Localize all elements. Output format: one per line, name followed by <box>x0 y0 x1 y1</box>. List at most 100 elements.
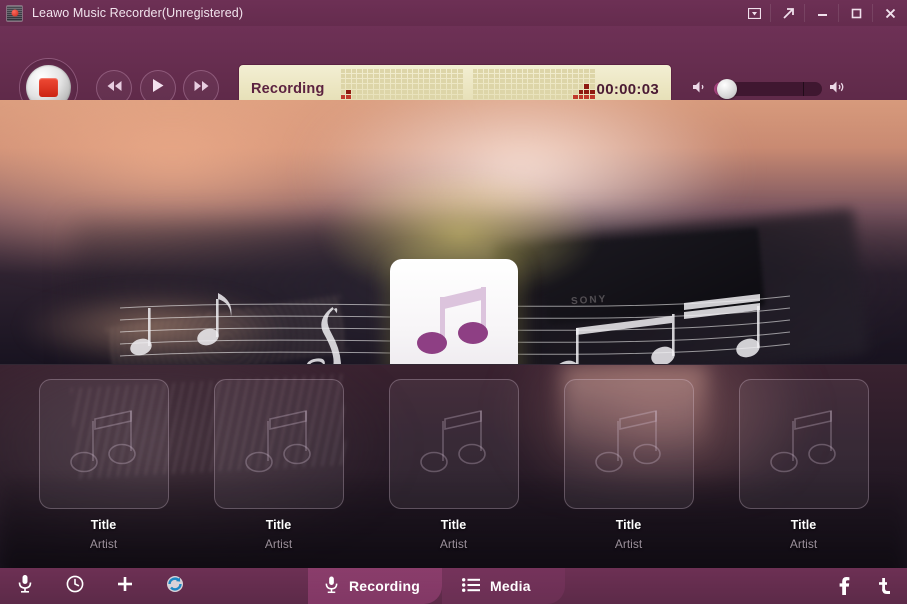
vu-cell <box>435 74 441 79</box>
vu-cell <box>517 74 522 79</box>
vu-cell <box>396 74 402 79</box>
vu-cell <box>589 89 595 94</box>
thumbnail-art[interactable] <box>213 379 344 509</box>
vu-cell <box>567 69 573 74</box>
vu-cell <box>545 94 550 99</box>
vu-cell <box>457 84 463 89</box>
thumbnail-art[interactable] <box>563 379 694 509</box>
vu-cell <box>562 79 567 84</box>
vu-cell <box>374 84 379 89</box>
vu-cell <box>517 89 522 94</box>
vu-cell <box>511 84 517 89</box>
vu-cell <box>413 89 418 94</box>
vu-cell <box>357 79 362 84</box>
list-item[interactable]: Title Artist <box>38 379 169 568</box>
vu-cell <box>351 69 357 74</box>
vu-cell <box>489 79 494 84</box>
vu-cell <box>472 79 478 84</box>
library-strip: Title Artist Title Artist Title Artist Titl… <box>0 364 907 568</box>
vu-cell <box>567 94 573 99</box>
speaker-low-icon[interactable] <box>692 80 707 99</box>
vu-cell <box>494 89 500 94</box>
vu-cell <box>430 79 435 84</box>
vu-cell <box>435 84 441 89</box>
vu-cell <box>346 79 351 84</box>
audio-source-button[interactable] <box>0 568 50 604</box>
twitter-button[interactable] <box>873 575 895 597</box>
track-artist: Artist <box>264 537 293 551</box>
tab-recording-label: Recording <box>349 578 421 594</box>
vu-cell <box>567 89 573 94</box>
microphone-icon <box>324 575 339 597</box>
vu-cell <box>494 74 500 79</box>
list-item[interactable]: Title Artist <box>213 379 344 568</box>
task-scheduler-button[interactable] <box>50 568 100 604</box>
vu-cell <box>550 89 556 94</box>
vu-cell <box>418 89 424 94</box>
vu-cell <box>457 69 463 74</box>
refresh-icon <box>166 575 184 598</box>
vu-cell <box>539 74 545 79</box>
vu-cell <box>517 69 522 74</box>
vu-cell <box>478 74 483 79</box>
vu-cell <box>500 69 506 74</box>
vu-cell <box>472 69 478 74</box>
close-button[interactable] <box>873 0 907 26</box>
tab-recording[interactable]: Recording <box>308 568 442 604</box>
list-item[interactable]: Title Artist <box>388 379 519 568</box>
vu-cell <box>379 89 385 94</box>
facebook-button[interactable] <box>833 575 855 597</box>
bottom-tools <box>0 568 200 604</box>
previous-icon <box>106 79 123 97</box>
vu-cell <box>489 84 494 89</box>
volume-slider-knob[interactable] <box>716 79 737 99</box>
vu-cell <box>573 74 578 79</box>
vu-cell <box>374 74 379 79</box>
always-on-top-button[interactable] <box>771 0 805 26</box>
list-item[interactable]: Title Artist <box>738 379 869 568</box>
skin-menu-button[interactable] <box>737 0 771 26</box>
thumbnail-art[interactable] <box>38 379 169 509</box>
vu-cell <box>385 74 390 79</box>
refresh-button[interactable] <box>150 568 200 604</box>
vu-cell <box>340 89 346 94</box>
recording-timer: 00:00:03 <box>596 80 659 98</box>
vu-cell <box>357 94 362 99</box>
vu-cell <box>494 94 500 99</box>
thumbnail-art[interactable] <box>388 379 519 509</box>
vu-cell <box>578 84 584 89</box>
music-note-icon <box>69 405 139 484</box>
vu-cell <box>517 79 522 84</box>
vu-cell <box>506 89 511 94</box>
vu-cell <box>396 79 402 84</box>
vu-cell <box>457 79 463 84</box>
tab-media[interactable]: Media <box>442 568 565 604</box>
vu-cell <box>413 79 418 84</box>
vu-cell <box>396 89 402 94</box>
vu-cell <box>506 74 511 79</box>
vu-cell <box>528 69 534 74</box>
volume-slider-track[interactable] <box>714 79 822 99</box>
clock-icon <box>66 575 84 598</box>
vu-cell <box>351 74 357 79</box>
recording-status-label: Recording <box>251 81 325 97</box>
title-bar: Leawo Music Recorder(Unregistered) <box>0 0 907 26</box>
vu-cell <box>457 74 463 79</box>
vu-cell <box>483 79 489 84</box>
vu-cell <box>385 84 390 89</box>
thumbnail-art[interactable] <box>738 379 869 509</box>
vu-cell <box>545 84 550 89</box>
album-art <box>390 259 518 364</box>
hero-panel: SONY <box>0 100 907 364</box>
track-title: Title <box>90 518 117 532</box>
vu-cell <box>584 69 589 74</box>
vu-cell <box>550 69 556 74</box>
vu-cell <box>435 79 441 84</box>
track-title: Title <box>615 518 642 532</box>
speaker-high-icon[interactable] <box>829 80 846 99</box>
minimize-button[interactable] <box>805 0 839 26</box>
add-button[interactable] <box>100 568 150 604</box>
maximize-button[interactable] <box>839 0 873 26</box>
list-item[interactable]: Title Artist <box>563 379 694 568</box>
volume-control[interactable] <box>692 78 846 100</box>
